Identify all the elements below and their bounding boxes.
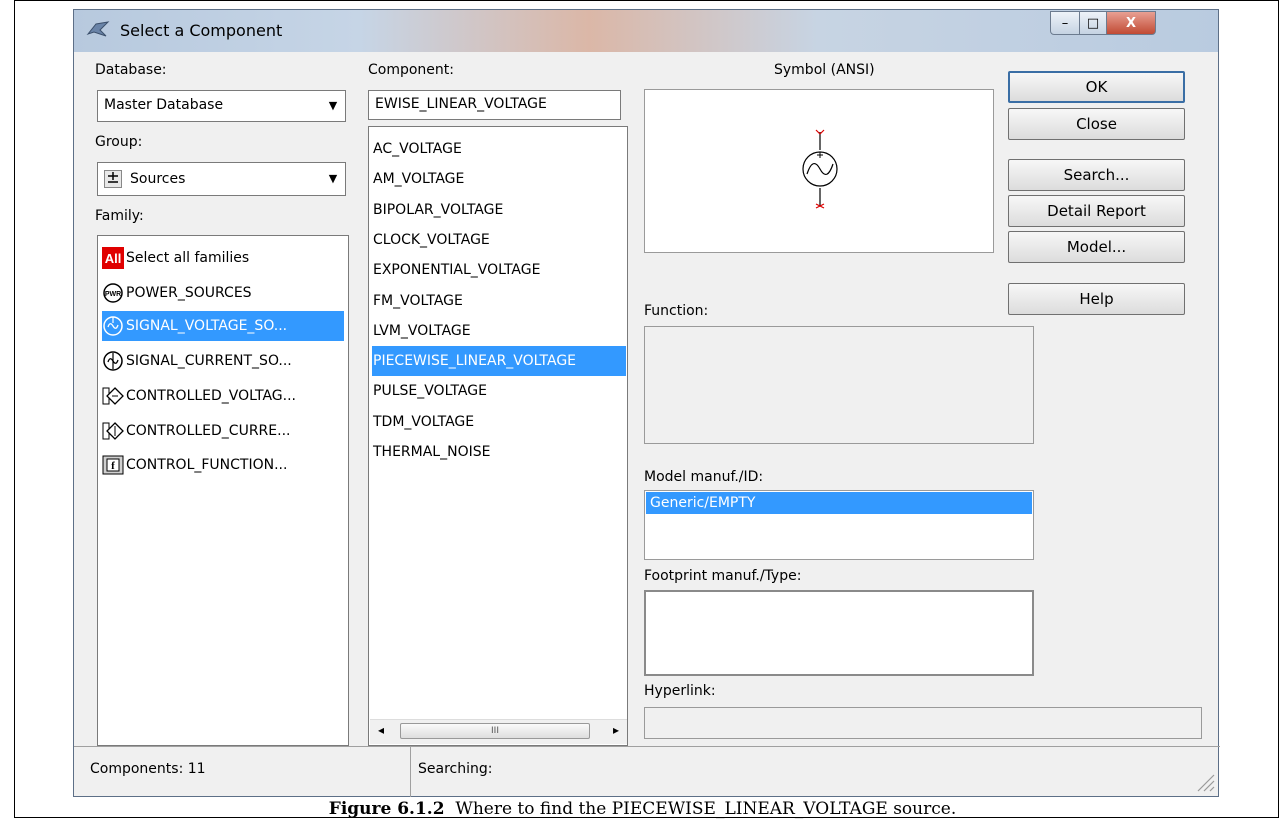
- close-button[interactable]: Close: [1008, 108, 1185, 140]
- searching-status: Searching:: [418, 761, 493, 777]
- component-item[interactable]: THERMAL_NOISE: [372, 437, 626, 467]
- component-count: Components: 11: [90, 761, 206, 777]
- database-select[interactable]: Master Database ▼: [97, 90, 346, 122]
- detail-report-button[interactable]: Detail Report: [1008, 195, 1185, 227]
- component-item[interactable]: FM_VOLTAGE: [372, 286, 626, 316]
- control-function-icon: f: [102, 455, 124, 475]
- model-button[interactable]: Model...: [1008, 231, 1185, 263]
- family-item-signal-voltage[interactable]: SIGNAL_VOLTAGE_SO...: [102, 311, 344, 341]
- close-window-button[interactable]: X: [1106, 11, 1156, 35]
- svg-text:f: f: [111, 460, 115, 472]
- symbol-preview: [644, 89, 994, 253]
- power-source-icon: PWR: [103, 283, 123, 303]
- family-item-label: CONTROLLED_VOLTAG...: [126, 388, 297, 404]
- plus-minus-source-icon: [104, 170, 122, 188]
- model-item-selected[interactable]: Generic/EMPTY: [646, 492, 1032, 514]
- controlled-current-icon: [102, 422, 124, 440]
- family-label: Family:: [95, 208, 144, 224]
- family-item-controlled-current[interactable]: CONTROLLED_CURRE...: [102, 416, 344, 446]
- family-item-signal-current[interactable]: SIGNAL_CURRENT_SO...: [102, 346, 344, 376]
- footprint-label: Footprint manuf./Type:: [644, 568, 802, 584]
- family-item-label: Select all families: [126, 250, 250, 266]
- horizontal-scrollbar[interactable]: ◂ III ▸: [370, 719, 627, 744]
- scroll-right-icon[interactable]: ▸: [613, 723, 619, 737]
- status-bar: Components: 11 Searching:: [74, 746, 1220, 797]
- ok-button[interactable]: OK: [1008, 71, 1185, 103]
- function-box: [644, 326, 1034, 444]
- group-select[interactable]: Sources ▼: [97, 162, 346, 196]
- component-input-value: EWISE_LINEAR_VOLTAGE: [375, 96, 547, 112]
- signal-voltage-icon: [103, 316, 123, 336]
- database-label: Database:: [95, 62, 167, 78]
- svg-text:All: All: [105, 251, 122, 266]
- component-item[interactable]: AM_VOLTAGE: [372, 164, 626, 194]
- group-value: Sources: [130, 171, 186, 187]
- figure-caption: Figure 6.1.2 Where to find the PIECEWISE…: [0, 799, 1285, 819]
- window-title: Select a Component: [120, 21, 283, 40]
- family-item-label: CONTROL_FUNCTION...: [126, 457, 288, 473]
- svg-text:PWR: PWR: [105, 291, 121, 298]
- all-badge-icon: All: [102, 247, 124, 269]
- help-button[interactable]: Help: [1008, 283, 1185, 315]
- component-item[interactable]: CLOCK_VOLTAGE: [372, 225, 626, 255]
- footprint-list[interactable]: [644, 590, 1034, 676]
- scroll-thumb[interactable]: III: [400, 723, 590, 739]
- component-item[interactable]: AC_VOLTAGE: [372, 134, 626, 164]
- component-label: Component:: [368, 62, 454, 78]
- group-label: Group:: [95, 134, 143, 150]
- component-list[interactable]: AC_VOLTAGE AM_VOLTAGE BIPOLAR_VOLTAGE CLOCK…: [368, 126, 628, 746]
- component-item[interactable]: LVM_VOLTAGE: [372, 316, 626, 346]
- hyperlink-field[interactable]: [644, 707, 1202, 739]
- model-label: Model manuf./ID:: [644, 469, 764, 485]
- family-item-controlled-voltage[interactable]: CONTROLLED_VOLTAG...: [102, 381, 344, 411]
- minimize-button[interactable]: –: [1050, 11, 1080, 35]
- status-separator: [410, 747, 411, 797]
- family-item-power-sources[interactable]: PWR POWER_SOURCES: [102, 278, 344, 308]
- component-item[interactable]: TDM_VOLTAGE: [372, 407, 626, 437]
- select-component-dialog: Select a Component – □ X Database: Maste…: [73, 9, 1220, 797]
- symbol-label: Symbol (ANSI): [774, 62, 875, 78]
- family-item-label: POWER_SOURCES: [126, 285, 252, 301]
- family-item-control-function[interactable]: f CONTROL_FUNCTION...: [102, 450, 344, 480]
- function-label: Function:: [644, 303, 709, 319]
- family-item-label: CONTROLLED_CURRE...: [126, 423, 291, 439]
- family-item-all[interactable]: All Select all families: [102, 243, 344, 273]
- chevron-down-icon[interactable]: ▼: [324, 94, 342, 116]
- resize-grip-icon[interactable]: [1194, 771, 1216, 793]
- search-button[interactable]: Search...: [1008, 159, 1185, 191]
- figure-number: Figure 6.1.2: [328, 799, 445, 819]
- app-icon: [86, 21, 110, 37]
- voltage-source-symbol-icon: [802, 129, 838, 209]
- scroll-left-icon[interactable]: ◂: [378, 723, 384, 737]
- title-bar[interactable]: Select a Component – □ X: [74, 10, 1218, 52]
- component-item[interactable]: EXPONENTIAL_VOLTAGE: [372, 255, 626, 285]
- family-item-label: SIGNAL_CURRENT_SO...: [126, 353, 292, 369]
- component-item[interactable]: PULSE_VOLTAGE: [372, 376, 626, 406]
- component-item[interactable]: PIECEWISE_LINEAR_VOLTAGE: [372, 346, 626, 377]
- figure-caption-text: Where to find the PIECEWISE_LINEAR_VOLTA…: [455, 799, 957, 819]
- component-input[interactable]: EWISE_LINEAR_VOLTAGE: [368, 90, 621, 120]
- database-value: Master Database: [104, 97, 224, 113]
- controlled-voltage-icon: [102, 387, 124, 405]
- hyperlink-label: Hyperlink:: [644, 683, 716, 699]
- maximize-button[interactable]: □: [1079, 11, 1107, 35]
- family-item-label: SIGNAL_VOLTAGE_SO...: [126, 318, 288, 334]
- component-item[interactable]: BIPOLAR_VOLTAGE: [372, 195, 626, 225]
- model-list[interactable]: Generic/EMPTY: [644, 490, 1034, 560]
- signal-current-icon: [103, 351, 123, 371]
- family-list[interactable]: All Select all families PWR POWER_SOURCE…: [97, 235, 349, 746]
- chevron-down-icon[interactable]: ▼: [324, 167, 342, 189]
